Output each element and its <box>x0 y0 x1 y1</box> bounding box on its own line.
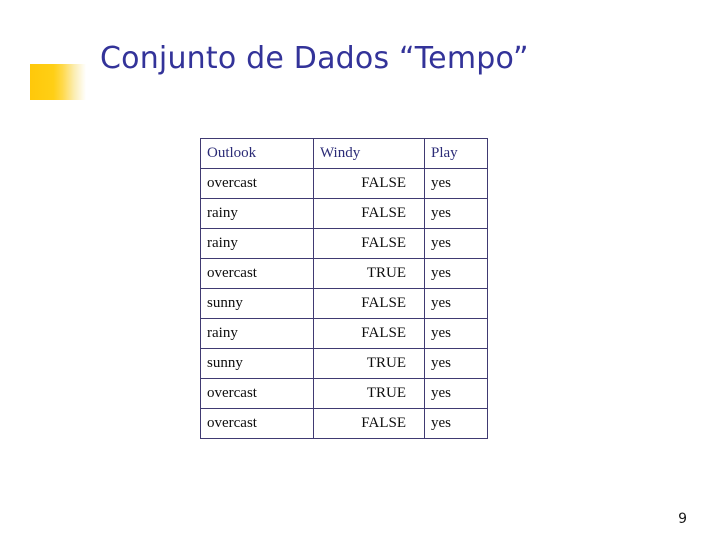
cell-windy: TRUE <box>313 258 425 289</box>
cell-play: yes <box>424 228 488 259</box>
table-header: Outlook Windy Play <box>200 138 488 169</box>
table-row: rainy FALSE yes <box>200 198 488 229</box>
page-number: 9 <box>678 511 687 527</box>
cell-play: yes <box>424 408 488 439</box>
column-header-windy: Windy <box>313 138 425 169</box>
cell-windy: FALSE <box>313 228 425 259</box>
slide-canvas: Conjunto de Dados “Tempo” Outlook Windy … <box>0 0 720 540</box>
table-body: overcast FALSE yes rainy FALSE yes rainy FALSE y… <box>200 168 488 439</box>
cell-windy: TRUE <box>313 348 425 379</box>
table-row: sunny FALSE yes <box>200 288 488 319</box>
cell-outlook: overcast <box>200 378 314 409</box>
table-header-row: Outlook Windy Play <box>200 138 488 169</box>
cell-outlook: overcast <box>200 168 314 199</box>
cell-outlook: overcast <box>200 408 314 439</box>
cell-windy: FALSE <box>313 168 425 199</box>
cell-outlook: sunny <box>200 288 314 319</box>
cell-outlook: sunny <box>200 348 314 379</box>
table-row: sunny TRUE yes <box>200 348 488 379</box>
table-row: rainy FALSE yes <box>200 228 488 259</box>
cell-outlook: rainy <box>200 318 314 349</box>
column-header-play: Play <box>424 138 488 169</box>
cell-windy: TRUE <box>313 378 425 409</box>
cell-play: yes <box>424 378 488 409</box>
cell-play: yes <box>424 198 488 229</box>
cell-outlook: rainy <box>200 228 314 259</box>
cell-windy: FALSE <box>313 198 425 229</box>
table-row: overcast TRUE yes <box>200 378 488 409</box>
title-accent-bar <box>30 64 86 100</box>
cell-play: yes <box>424 348 488 379</box>
cell-play: yes <box>424 258 488 289</box>
cell-play: yes <box>424 318 488 349</box>
table-row: rainy FALSE yes <box>200 318 488 349</box>
weather-data-table: Outlook Windy Play overcast FALSE yes rainy… <box>200 138 488 439</box>
cell-play: yes <box>424 288 488 319</box>
cell-windy: FALSE <box>313 408 425 439</box>
cell-play: yes <box>424 168 488 199</box>
cell-outlook: rainy <box>200 198 314 229</box>
cell-windy: FALSE <box>313 318 425 349</box>
table-row: overcast FALSE yes <box>200 408 488 439</box>
cell-outlook: overcast <box>200 258 314 289</box>
column-header-outlook: Outlook <box>200 138 314 169</box>
cell-windy: FALSE <box>313 288 425 319</box>
table-row: overcast TRUE yes <box>200 258 488 289</box>
page-title: Conjunto de Dados “Tempo” <box>100 41 529 76</box>
table-row: overcast FALSE yes <box>200 168 488 199</box>
